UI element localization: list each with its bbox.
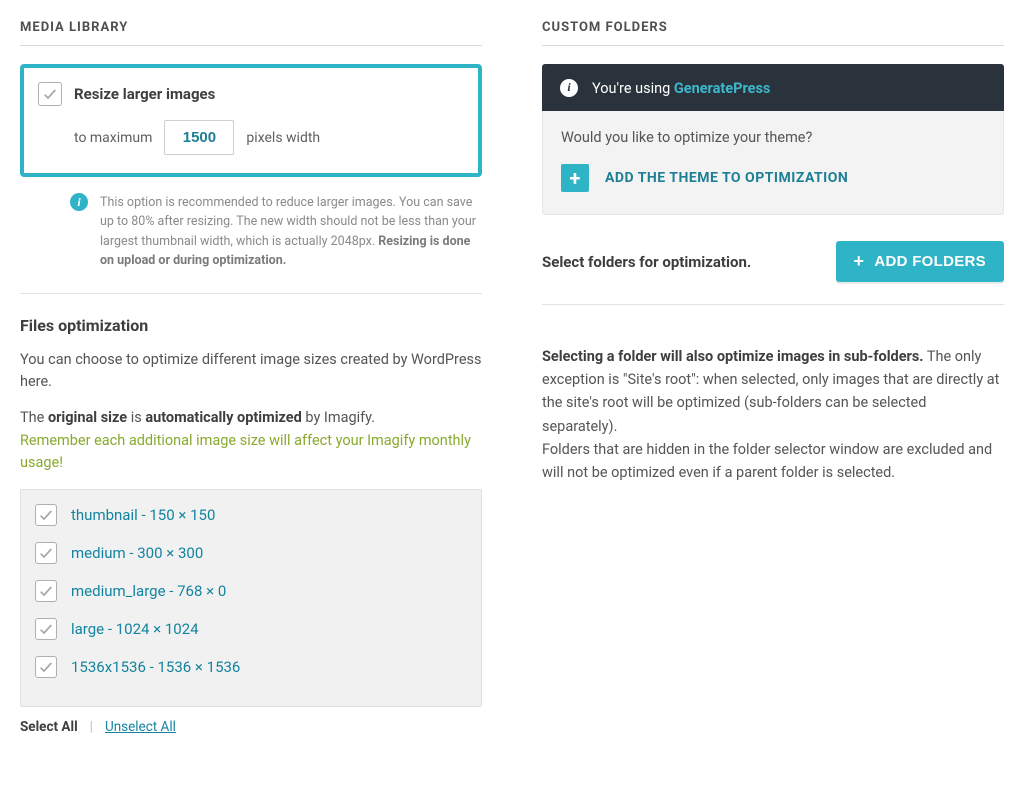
resize-prefix: to maximum — [74, 130, 152, 146]
theme-name: GeneratePress — [674, 80, 771, 97]
unselect-all-link[interactable]: Unselect All — [105, 719, 176, 735]
resize-checkbox[interactable] — [38, 82, 62, 106]
resize-suffix: pixels width — [246, 130, 320, 146]
size-item-medium-large[interactable]: medium_large - 768 × 0 — [21, 572, 481, 610]
size-checkbox[interactable] — [35, 580, 57, 602]
info-icon: i — [70, 193, 88, 211]
check-icon — [38, 659, 54, 675]
check-icon — [38, 583, 54, 599]
size-item-1536[interactable]: 1536x1536 - 1536 × 1536 — [21, 648, 481, 686]
plus-icon: + — [854, 251, 865, 272]
size-item-medium[interactable]: medium - 300 × 300 — [21, 534, 481, 572]
check-icon — [38, 621, 54, 637]
custom-folders-title: CUSTOM FOLDERS — [542, 20, 1004, 35]
theme-question: Would you like to optimize your theme? — [561, 129, 985, 146]
media-library-title: MEDIA LIBRARY — [20, 20, 482, 35]
select-folders-label: Select folders for optimization. — [542, 253, 751, 271]
select-all-link[interactable]: Select All — [20, 719, 78, 735]
size-checkbox[interactable] — [35, 504, 57, 526]
size-label: 1536x1536 - 1536 × 1536 — [71, 658, 240, 676]
files-optimization-heading: Files optimization — [20, 316, 482, 335]
add-folders-label: ADD FOLDERS — [874, 253, 986, 270]
check-icon — [38, 545, 54, 561]
folder-help-text: Selecting a folder will also optimize im… — [542, 345, 1004, 484]
size-checkbox[interactable] — [35, 542, 57, 564]
theme-body: Would you like to optimize your theme? +… — [542, 111, 1004, 215]
add-theme-label: ADD THE THEME TO OPTIMIZATION — [605, 170, 848, 186]
resize-label: Resize larger images — [74, 85, 215, 103]
files-opt-desc: You can choose to optimize different ima… — [20, 349, 482, 394]
size-label: medium - 300 × 300 — [71, 544, 203, 562]
size-checkbox[interactable] — [35, 618, 57, 640]
size-label: thumbnail - 150 × 150 — [71, 506, 215, 524]
resize-width-input[interactable] — [164, 120, 234, 155]
divider — [542, 45, 1004, 46]
add-folders-button[interactable]: + ADD FOLDERS — [836, 241, 1004, 282]
resize-box: Resize larger images to maximum pixels w… — [20, 64, 482, 177]
divider — [20, 45, 482, 46]
usage-warning: Remember each additional image size will… — [20, 432, 471, 471]
plus-icon: + — [561, 164, 589, 192]
banner-prefix: You're using — [592, 80, 674, 97]
size-label: medium_large - 768 × 0 — [71, 582, 226, 600]
divider — [20, 293, 482, 294]
size-item-large[interactable]: large - 1024 × 1024 — [21, 610, 481, 648]
files-opt-note: The original size is automatically optim… — [20, 407, 482, 474]
add-theme-button[interactable]: + ADD THE THEME TO OPTIMIZATION — [561, 164, 985, 192]
theme-banner: i You're using GeneratePress — [542, 64, 1004, 111]
divider — [542, 304, 1004, 305]
image-sizes-list[interactable]: thumbnail - 150 × 150 medium - 300 × 300… — [20, 489, 482, 707]
pipe: | — [90, 719, 93, 735]
size-item-thumbnail[interactable]: thumbnail - 150 × 150 — [21, 496, 481, 534]
resize-info-text: This option is recommended to reduce lar… — [100, 193, 482, 271]
check-icon — [38, 507, 54, 523]
size-label: large - 1024 × 1024 — [71, 620, 199, 638]
check-icon — [42, 86, 58, 102]
info-icon: i — [560, 79, 578, 97]
size-checkbox[interactable] — [35, 656, 57, 678]
